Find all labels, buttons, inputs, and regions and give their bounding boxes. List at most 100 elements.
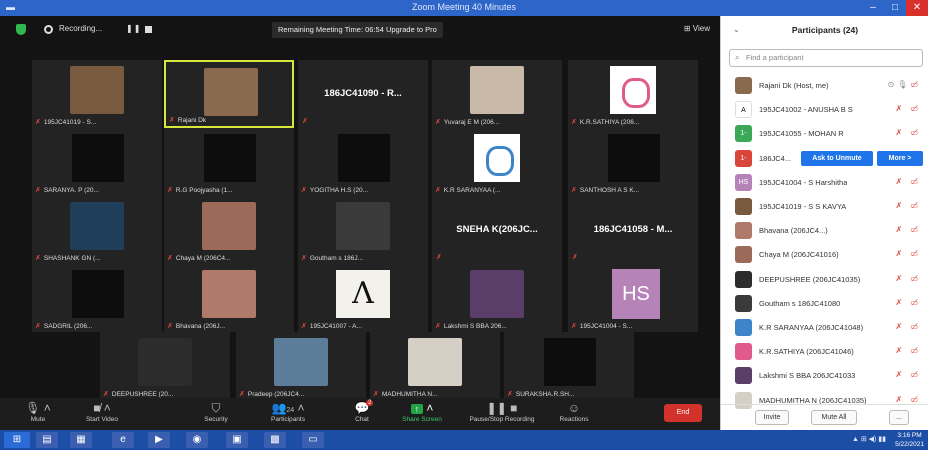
- mute-button[interactable]: 🎙 ˄ Mute: [8, 400, 68, 423]
- video-tile[interactable]: ✗ K.R SARANYAA (...: [432, 128, 562, 196]
- minimize-button[interactable]: –: [862, 0, 884, 16]
- participant-row[interactable]: HS 195JC41004 - S Harshitha ✗ ▭̸: [721, 171, 928, 195]
- pause-recording-button[interactable]: ❚❚: [126, 24, 141, 33]
- video-tile[interactable]: ✗ Chaya M (206C4...: [164, 196, 294, 264]
- meeting-time-banner[interactable]: Remaining Meeting Time: 06:54 Upgrade to…: [272, 22, 443, 38]
- taskbar-clock[interactable]: 3:16 PM 5/22/2021: [895, 431, 924, 449]
- ie-icon[interactable]: e: [112, 432, 134, 448]
- video-tile[interactable]: HS ✗ 195JC41004 - S...: [568, 264, 698, 332]
- tile-name: YOGITHA H.S (20...: [309, 187, 369, 194]
- participant-status-icons: ✗ ▭̸: [896, 298, 922, 307]
- video-tile[interactable]: 186JC41058 - M... ✗: [568, 196, 698, 264]
- video-tile[interactable]: ✗ Lakshmi S BBA 206...: [432, 264, 562, 332]
- participant-video: [202, 270, 256, 318]
- panel-title: Participants (24): [791, 25, 859, 35]
- participant-row[interactable]: A 195JC41002 - ANUSHA B S ✗ ▭̸: [721, 98, 928, 122]
- video-tile[interactable]: ✗ Yuvaraj E M (206...: [432, 60, 562, 128]
- muted-mic-icon: ✗: [169, 117, 175, 124]
- participant-row[interactable]: K.R SARANYAA (206JC41048) ✗ ▭̸: [721, 316, 928, 340]
- mute-all-button[interactable]: Mute All: [811, 410, 857, 425]
- video-tile[interactable]: ✗ SADGRIL (206...: [32, 264, 162, 332]
- video-tile[interactable]: ✗ SARANYA. P (20...: [32, 128, 162, 196]
- maximize-button[interactable]: □: [884, 0, 906, 16]
- shield-icon[interactable]: [16, 24, 26, 35]
- participant-video: [338, 134, 390, 182]
- stop-recording-button[interactable]: [145, 26, 152, 33]
- excel-icon[interactable]: ▣: [226, 432, 248, 448]
- muted-mic-icon: ✗: [895, 394, 906, 404]
- participant-more-button[interactable]: More >: [877, 150, 923, 166]
- tile-name-label: ✗ R.G Poojyasha (1...: [167, 186, 233, 194]
- video-off-icon: ▭̸: [910, 176, 921, 186]
- participant-row[interactable]: Chaya M (206JC41016) ✗ ▭̸: [721, 243, 928, 267]
- participant-row[interactable]: DEEPUSHREE (206JC41035) ✗ ▭̸: [721, 268, 928, 292]
- participant-name: Bhavana (206JC4...): [759, 226, 828, 236]
- tile-name-label: ✗ Rajani Dk: [169, 116, 206, 124]
- participant-status-icons: ✗ ▭̸: [896, 370, 922, 379]
- participant-row[interactable]: Bhavana (206JC4...) ✗ ▭̸: [721, 219, 928, 243]
- files-icon[interactable]: ▦: [70, 432, 92, 448]
- pause-stop-recording-button[interactable]: ❚❚ ■ Pause/Stop Recording: [462, 400, 542, 423]
- start-icon[interactable]: ⊞: [4, 432, 30, 448]
- video-tile[interactable]: ✗ Bhavana (206J...: [164, 264, 294, 332]
- zoom-icon[interactable]: ▭: [302, 432, 324, 448]
- video-tile[interactable]: ✗ SURAKSHA.R.SH...: [504, 332, 634, 400]
- video-tile[interactable]: SNEHA K(206JC... ✗: [432, 196, 562, 264]
- security-button[interactable]: ⛉ Security: [186, 400, 246, 423]
- participant-status-icons: ✗ ▭̸: [896, 322, 922, 331]
- participant-status-icons: ✗ ▭̸: [896, 128, 922, 137]
- chrome-icon[interactable]: ◉: [186, 432, 208, 448]
- participant-search-input[interactable]: ⌕ Find a participant: [729, 49, 923, 67]
- start-video-button[interactable]: ■̸ ˄ Start Video: [72, 400, 132, 423]
- video-tile[interactable]: Λ ✗ 195JC41007 - A...: [298, 264, 428, 332]
- view-button[interactable]: ⊞ View: [684, 24, 710, 33]
- video-tile[interactable]: ✗ Goutham s 186J...: [298, 196, 428, 264]
- participant-row[interactable]: 1- 195JC41055 - MOHAN R ✗ ▭̸: [721, 122, 928, 146]
- system-tray[interactable]: ▲ ⊞ ◀) ▮▮: [852, 435, 886, 443]
- tile-name-label: ✗ SHASHANK GN (...: [35, 254, 101, 262]
- participant-avatar: [735, 294, 752, 312]
- video-tile[interactable]: ✗ R.G Poojyasha (1...: [164, 128, 294, 196]
- video-tile[interactable]: ✗ YOGITHA H.S (20...: [298, 128, 428, 196]
- participant-row[interactable]: Lakshmi S BBA 206JC41033 ✗ ▭̸: [721, 364, 928, 388]
- video-tile[interactable]: ✗ Pradeep (206JC4...: [236, 332, 366, 400]
- participant-row[interactable]: Goutham s 186JC41080 ✗ ▭̸: [721, 292, 928, 316]
- end-meeting-button[interactable]: End: [664, 404, 702, 422]
- reactions-button[interactable]: ☺ Reactions: [544, 400, 604, 423]
- video-tile[interactable]: ✗ MADHUMITHA N...: [370, 332, 500, 400]
- clock-time: 3:16 PM: [897, 432, 922, 439]
- video-tile[interactable]: ✗ DEEPUSHREE (20...: [100, 332, 230, 400]
- ask-to-unmute-button[interactable]: Ask to Unmute: [801, 150, 873, 166]
- video-tile[interactable]: ✗ Rajani Dk: [164, 60, 294, 128]
- video-tile[interactable]: 186JC41090 - R... ✗: [298, 60, 428, 128]
- media-icon[interactable]: ▶: [148, 432, 170, 448]
- participant-row[interactable]: Rajani Dk (Host, me) ⊙🎙▭̸: [721, 74, 928, 98]
- invite-button[interactable]: Invite: [755, 410, 789, 425]
- video-tile[interactable]: ✗ SHASHANK GN (...: [32, 196, 162, 264]
- video-tile[interactable]: ✗ K.R.SATHIYA (206...: [568, 60, 698, 128]
- participant-row[interactable]: 195JC41019 - S S KAVYA ✗ ▭̸: [721, 195, 928, 219]
- participants-button[interactable]: 👥24 ˄ Participants: [258, 400, 318, 423]
- muted-mic-icon: ✗: [895, 370, 906, 380]
- tile-name-label: ✗ Lakshmi S BBA 206...: [435, 322, 507, 330]
- close-button[interactable]: ✕: [906, 0, 928, 16]
- participant-avatar: [735, 343, 752, 361]
- muted-mic-icon: ✗: [572, 254, 578, 261]
- muted-mic-icon: ✗: [895, 273, 906, 283]
- participant-name: 195JC41002 - ANUSHA B S: [759, 105, 853, 115]
- share-screen-icon: ↑ ˄: [392, 400, 452, 416]
- more-options-button[interactable]: ...: [889, 410, 909, 425]
- tile-name-label: ✗ K.R SARANYAA (...: [435, 186, 500, 194]
- participant-row[interactable]: 1- 186JC4... Ask to Unmute More >: [721, 147, 928, 171]
- tile-name: K.R.SATHIYA (206...: [579, 119, 640, 126]
- powerpoint-icon[interactable]: ▩: [264, 432, 286, 448]
- share-screen-button[interactable]: ↑ ˄ Share Screen: [392, 400, 452, 423]
- video-tile[interactable]: ✗ 195JC41019 - S...: [32, 60, 162, 128]
- tile-name: R.G Poojyasha (1...: [175, 187, 233, 194]
- explorer-icon[interactable]: ▤: [36, 432, 58, 448]
- participant-video: [470, 66, 524, 114]
- video-tile[interactable]: ✗ SANTHOSH A S K...: [568, 128, 698, 196]
- chat-button[interactable]: 💬 2 Chat: [332, 400, 392, 423]
- participant-row[interactable]: K.R.SATHIYA (206JC41046) ✗ ▭̸: [721, 340, 928, 364]
- tile-name: DEEPUSHREE (20...: [111, 391, 174, 398]
